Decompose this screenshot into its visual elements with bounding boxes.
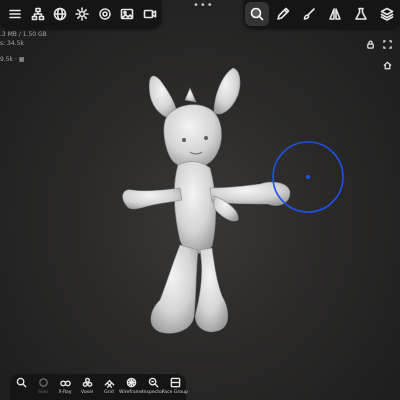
symmetry-icon[interactable] [323,2,347,26]
search-button[interactable] [10,377,32,390]
flask-icon[interactable] [349,2,373,26]
search-icon [16,377,27,388]
sun-icon[interactable] [71,2,93,26]
brush-cursor [272,141,344,213]
gear-icon[interactable] [94,2,116,26]
wireframe-icon [126,377,136,388]
menu-icon[interactable] [4,2,26,26]
face-group-label: Face Group [162,390,188,395]
face-group-icon [170,377,180,388]
home-icon[interactable] [383,55,392,74]
wireframe-label: Wireframe [119,390,143,395]
pencil-icon[interactable] [271,2,295,26]
xray-label: X-Ray [58,390,72,395]
grid-label: Grid [104,390,114,395]
frame-icon[interactable] [383,34,392,53]
paint-icon[interactable] [297,2,321,26]
bottom-toolbar: Solo X-Ray Voxel Grid Wireframe Inspecto… [10,374,188,400]
image-icon[interactable] [116,2,138,26]
solo-icon [38,378,48,387]
voxel-label: Voxel [80,390,94,395]
layers-icon[interactable] [375,2,399,26]
face-group-button[interactable]: Face Group [162,377,188,395]
top-left-toolbar [0,0,161,28]
grid-button[interactable]: Grid [98,377,120,395]
memory-stat: .3 MB / 1.50 GB [0,31,47,38]
wireframe-button[interactable]: Wireframe [119,377,143,395]
face-stat: 9.5k · ▦ [0,56,25,63]
sculpt-brush-icon[interactable] [245,2,269,26]
lock-icon[interactable] [366,34,375,53]
inspector-label: Inspector [142,390,164,395]
top-right-toolbar [244,0,400,28]
globe-icon[interactable] [49,2,71,26]
viewport-controls [366,34,392,53]
vertex-stat: s: 34.5k [0,40,24,47]
voxel-icon [82,377,92,387]
video-icon[interactable] [139,2,161,26]
grid-icon [103,379,115,388]
more-dots[interactable]: ••• [193,0,214,11]
voxel-button[interactable]: Voxel [76,377,98,395]
solo-label: Solo [38,390,48,395]
xray-icon [59,380,71,387]
hierarchy-icon[interactable] [26,2,48,26]
xray-button[interactable]: X-Ray [54,377,76,395]
solo-button[interactable]: Solo [32,377,54,395]
inspector-icon [148,377,159,388]
inspector-button[interactable]: Inspector [142,377,164,395]
scene-stats: .3 MB / 1.50 GB s: 34.5k [0,30,47,48]
